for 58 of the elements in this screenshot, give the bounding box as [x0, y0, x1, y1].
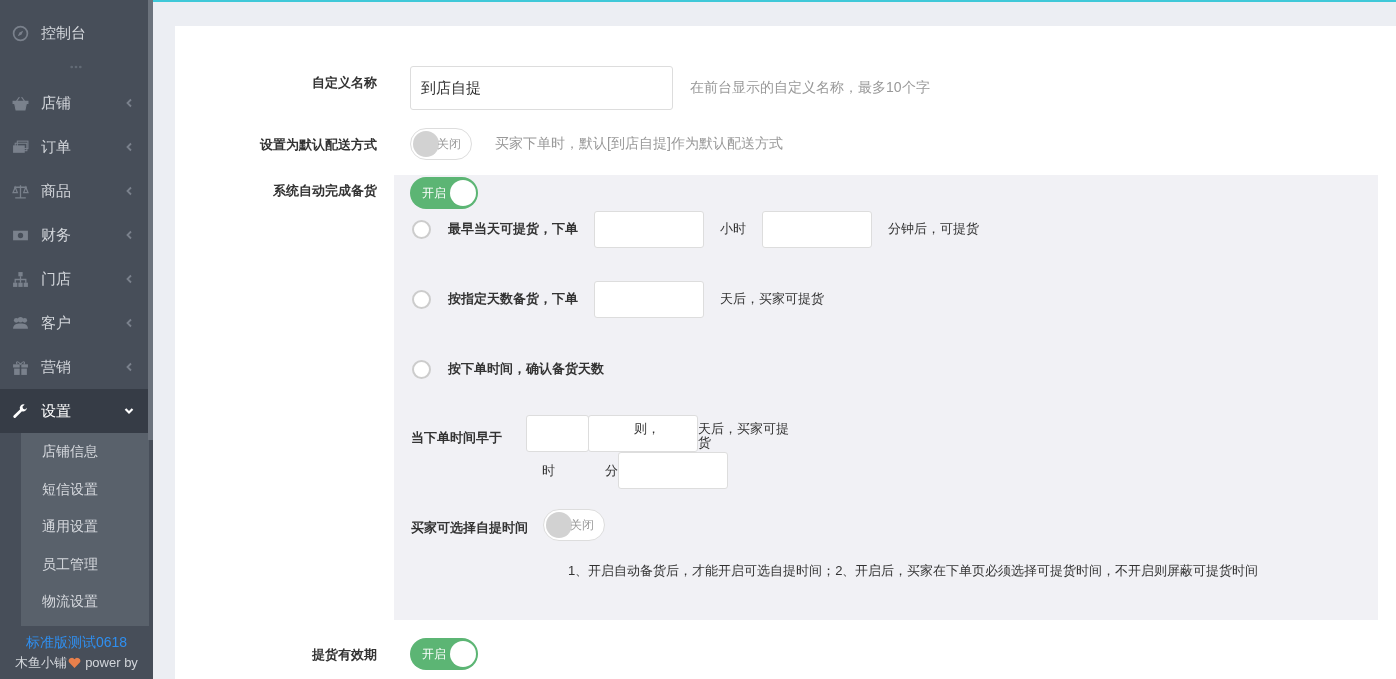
field-label: 提货有效期	[311, 646, 377, 664]
sidebar-item[interactable]: 设置	[0, 389, 148, 433]
option-label: 当下单时间早于	[411, 429, 503, 447]
note-text: 1、开启自动备货后，才能开启可选自提时间；2、开启后，买家在下单页必须选择可提货时间，不开启则屏蔽可提货时间	[568, 562, 1260, 580]
then-text: 则，	[634, 420, 660, 438]
sidebar-item[interactable]: 商品	[0, 169, 148, 213]
wrench-icon	[12, 402, 29, 420]
sidebar-item[interactable]: 控制台	[0, 0, 148, 66]
radio-button[interactable]	[412, 289, 431, 309]
submenu-item[interactable]: 通用设置	[21, 508, 149, 546]
radio-button[interactable]	[412, 359, 431, 379]
sidebar-item[interactable]: 财务	[0, 213, 148, 257]
unit-text: 小时	[720, 220, 746, 238]
hour-input[interactable]	[526, 415, 589, 452]
name-input[interactable]: 到店自提	[410, 66, 673, 110]
submenu-item[interactable]: 短信设置	[21, 470, 149, 508]
brand-label: 木鱼小铺	[15, 653, 68, 672]
option-label: 买家可选择自提时间	[411, 519, 528, 537]
number-input[interactable]	[594, 210, 704, 248]
cash-stack-icon	[12, 138, 29, 156]
hint-text: 买家下单时，默认[到店自提]作为默认配送方式	[495, 135, 783, 153]
hour-unit-text: 时	[542, 462, 555, 480]
option-label: 最早当天可提货，下单	[448, 220, 578, 238]
unit-text: 分钟后，可提货	[888, 220, 979, 238]
unit-text: 天后，买家可提货	[698, 422, 790, 450]
version-label: 标准版测试0618	[24, 633, 129, 652]
toggle-switch[interactable]: 关闭	[543, 509, 605, 541]
compass-icon	[12, 24, 29, 42]
gift-icon	[12, 358, 29, 376]
field-label: 系统自动完成备货	[272, 182, 377, 200]
sidebar-item[interactable]: 营销	[0, 345, 148, 389]
sidebar-item[interactable]: 门店	[0, 257, 148, 301]
toggle-switch[interactable]: 关闭	[410, 128, 472, 160]
basket-icon	[12, 94, 29, 112]
sitemap-icon	[12, 270, 29, 288]
field-label: 设置为默认配送方式	[259, 136, 377, 154]
users-icon	[12, 314, 29, 332]
sidebar-item[interactable]: 客户	[0, 301, 148, 345]
scale-icon	[12, 182, 29, 200]
hint-text: 在前台显示的自定义名称，最多10个字	[690, 79, 930, 97]
option-label: 按下单时间，确认备货天数	[448, 360, 604, 378]
scrollbar[interactable]	[148, 0, 153, 440]
radio-button[interactable]	[412, 219, 431, 239]
unit-text: 天后，买家可提货	[720, 290, 824, 308]
submenu-item[interactable]: 员工管理	[21, 545, 149, 583]
sidebar-item[interactable]: 店铺	[0, 81, 148, 125]
number-input[interactable]	[594, 280, 704, 318]
power-by-label: power by	[85, 655, 138, 670]
field-label: 自定义名称	[311, 74, 377, 92]
sidebar-item[interactable]: 订单	[0, 125, 148, 169]
minute-unit-text: 分	[605, 462, 618, 480]
minute-input[interactable]	[588, 415, 698, 452]
submenu-item[interactable]: 物流设置	[21, 583, 149, 621]
heart-icon	[68, 656, 82, 669]
days-input[interactable]	[618, 452, 728, 489]
number-input[interactable]	[762, 210, 872, 248]
submenu-item[interactable]: 店铺信息	[21, 433, 149, 471]
option-label: 按指定天数备货，下单	[448, 290, 578, 308]
